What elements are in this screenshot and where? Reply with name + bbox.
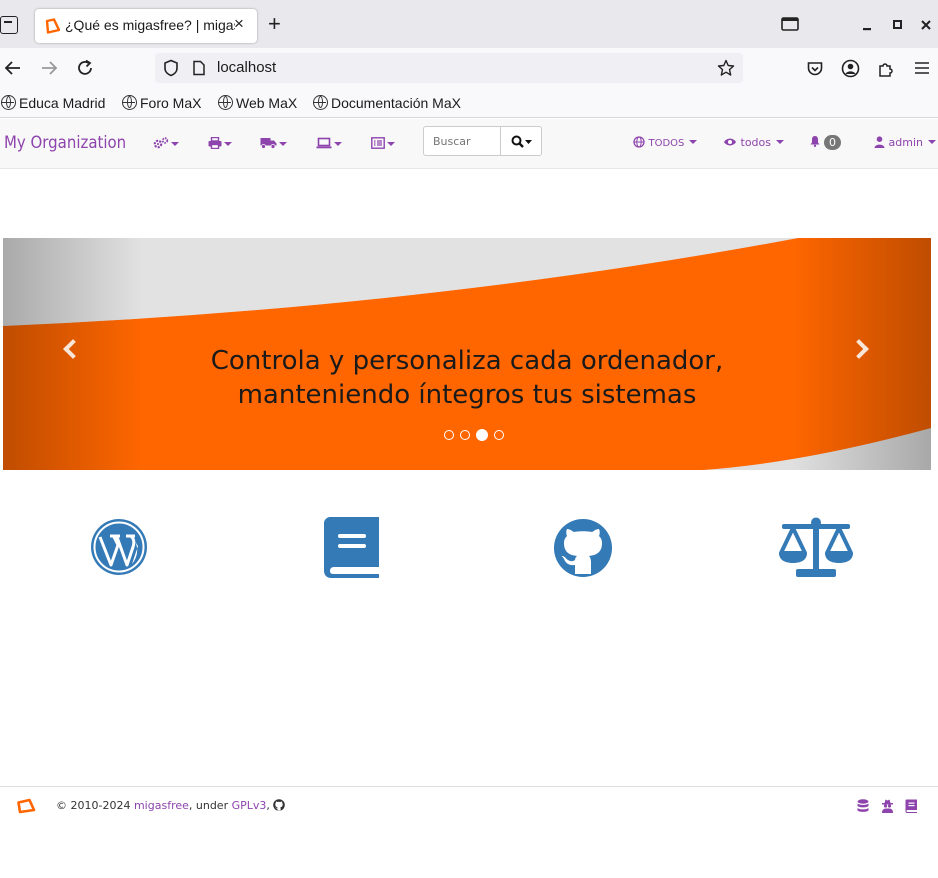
reload-icon[interactable] xyxy=(76,59,94,77)
footer-migasfree-link[interactable]: migasfree xyxy=(134,799,189,812)
user-secret-icon[interactable] xyxy=(881,799,894,813)
devices-menu[interactable] xyxy=(208,136,232,151)
caret-down-icon xyxy=(776,140,784,144)
account-icon[interactable] xyxy=(841,59,860,78)
eye-icon xyxy=(724,138,736,146)
caret-down-icon xyxy=(171,142,179,146)
globe-icon xyxy=(633,136,645,148)
globe-icon xyxy=(218,95,233,110)
carousel-indicator[interactable] xyxy=(460,429,471,440)
cogs-icon xyxy=(153,137,169,149)
deployments-menu[interactable] xyxy=(260,137,287,151)
list-alt-icon xyxy=(371,137,385,149)
carousel-caption-line2: manteniendo íntegros tus sistemas xyxy=(237,380,697,410)
footer-under: , under xyxy=(188,799,229,812)
bookmark-documentacion-max[interactable]: Documentación MaX xyxy=(313,95,461,111)
notifications-button[interactable]: 0 xyxy=(809,135,841,150)
carousel-indicator[interactable] xyxy=(444,429,454,440)
bookmark-educa-madrid[interactable]: Educa Madrid xyxy=(1,95,105,111)
bookmark-web-max[interactable]: Web MaX xyxy=(218,95,297,111)
restore-window-icon[interactable] xyxy=(781,17,799,31)
scope-label: TODOS xyxy=(648,138,685,149)
user-icon xyxy=(874,136,885,148)
new-tab-icon[interactable]: + xyxy=(268,12,281,36)
app-menu-icon[interactable] xyxy=(914,61,930,75)
book-icon[interactable] xyxy=(905,799,918,813)
page-icon[interactable] xyxy=(192,60,206,76)
shield-icon[interactable] xyxy=(163,59,179,77)
data-menu[interactable] xyxy=(371,137,395,151)
github-icon[interactable] xyxy=(553,518,613,578)
tab-title: ¿Qué es migasfree? | migasfree xyxy=(65,17,235,33)
scope-selector[interactable]: TODOS xyxy=(633,136,698,149)
browser-tab[interactable]: ¿Qué es migasfree? | migasfree × xyxy=(35,9,257,43)
user-menu[interactable]: admin xyxy=(874,136,936,149)
footer-comma: , xyxy=(266,799,270,812)
caret-down-icon xyxy=(387,142,395,146)
notifications-badge: 0 xyxy=(824,135,841,150)
view-label: todos xyxy=(740,136,772,149)
search-input[interactable] xyxy=(423,126,501,156)
caret-down-icon xyxy=(927,140,936,144)
caret-down-icon xyxy=(224,142,232,146)
computers-menu[interactable] xyxy=(316,137,342,151)
configuration-menu[interactable] xyxy=(153,137,179,151)
wordpress-icon[interactable] xyxy=(89,517,149,577)
balance-scale-icon[interactable] xyxy=(778,517,854,578)
footer-copyright: © 2010-2024 xyxy=(56,799,131,812)
printer-icon xyxy=(208,136,222,150)
footer-text: © 2010-2024 migasfree, under GPLv3, xyxy=(56,799,286,812)
carousel-indicators xyxy=(444,424,505,443)
maximize-icon[interactable] xyxy=(892,19,904,31)
github-icon[interactable] xyxy=(273,799,286,811)
pocket-icon[interactable] xyxy=(806,60,824,78)
book-icon[interactable] xyxy=(324,517,379,578)
bookmarks-toolbar: Educa Madrid Foro MaX Web MaX Documentac… xyxy=(0,90,938,118)
carousel-indicator-active[interactable] xyxy=(476,428,489,441)
carousel-indicator[interactable] xyxy=(494,429,505,440)
user-label: admin xyxy=(888,136,923,149)
caret-down-icon xyxy=(334,142,342,146)
migasfree-favicon-icon xyxy=(45,18,60,34)
globe-icon xyxy=(1,95,16,110)
laptop-icon xyxy=(316,137,332,149)
bookmark-foro-max[interactable]: Foro MaX xyxy=(122,95,201,111)
browser-tab-bar: ¿Qué es migasfree? | migasfree × + xyxy=(0,0,938,48)
extensions-icon[interactable] xyxy=(877,59,896,78)
caret-down-icon xyxy=(689,140,698,144)
carousel-caption-line1: Controla y personaliza cada ordenador, xyxy=(210,346,724,376)
globe-icon xyxy=(313,95,328,110)
back-arrow-icon[interactable] xyxy=(4,60,22,76)
truck-icon xyxy=(260,138,277,149)
bookmark-star-icon[interactable] xyxy=(717,59,735,77)
minimize-icon[interactable] xyxy=(861,20,873,32)
forward-arrow-icon[interactable] xyxy=(40,60,58,76)
page-footer: © 2010-2024 migasfree, under GPLv3, xyxy=(0,786,938,826)
tab-list-icon[interactable] xyxy=(0,16,18,34)
view-selector[interactable]: todos xyxy=(723,136,784,149)
brand-link[interactable]: My Organization xyxy=(4,133,126,153)
search-icon xyxy=(511,135,532,148)
bell-icon xyxy=(810,136,820,147)
globe-icon xyxy=(122,95,137,110)
tab-close-icon[interactable]: × xyxy=(234,14,244,34)
close-window-icon[interactable] xyxy=(920,19,932,31)
database-icon[interactable] xyxy=(857,799,869,813)
footer-license-link[interactable]: GPLv3 xyxy=(232,799,267,812)
search-button[interactable] xyxy=(500,126,542,156)
url-text: localhost xyxy=(217,59,277,76)
migasfree-logo-icon[interactable] xyxy=(16,798,36,814)
url-bar[interactable]: localhost xyxy=(155,53,743,83)
hero-carousel: Controla y personaliza cada ordenador, m… xyxy=(3,238,931,470)
caret-down-icon xyxy=(279,142,287,146)
